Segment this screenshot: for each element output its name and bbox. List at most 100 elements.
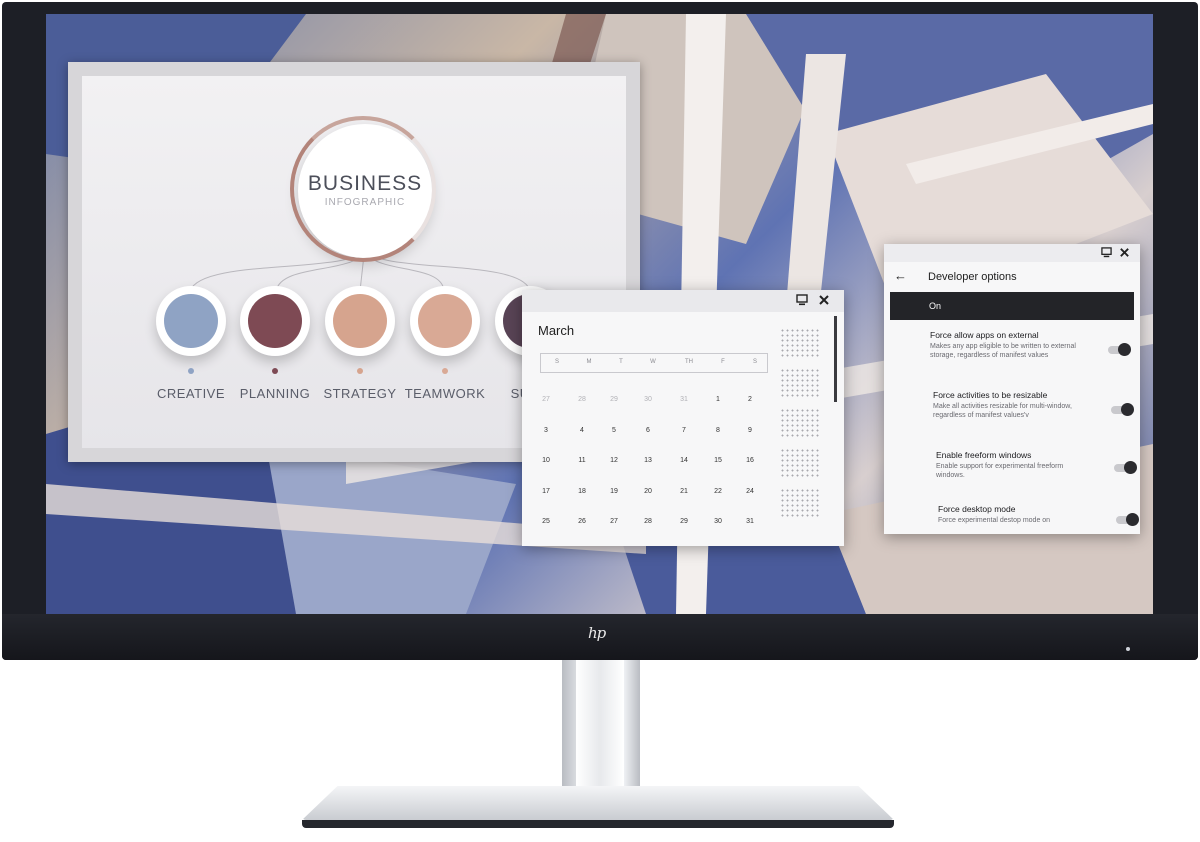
setting-title: Force activities to be resizable xyxy=(933,390,1048,400)
step-fill xyxy=(248,294,302,348)
calendar-window[interactable]: March S M T W TH F S 27 28 29 30 31 1 2 … xyxy=(522,290,844,546)
step-circle-creative xyxy=(156,286,226,356)
weekday-label: S xyxy=(554,359,559,365)
step-fill xyxy=(164,294,218,348)
calendar-day[interactable]: 16 xyxy=(736,457,764,464)
calendar-day[interactable]: 29 xyxy=(670,518,698,525)
setting-title: Force desktop mode xyxy=(938,504,1016,514)
calendar-day[interactable]: 9 xyxy=(736,427,764,434)
step-fill xyxy=(418,294,472,348)
calendar-day[interactable]: 5 xyxy=(600,427,628,434)
calendar-day[interactable]: 28 xyxy=(568,396,596,403)
master-switch-label: On xyxy=(929,301,942,311)
calendar-day[interactable]: 2 xyxy=(736,396,764,403)
calendar-day[interactable]: 26 xyxy=(568,518,596,525)
back-arrow-icon[interactable]: ← xyxy=(894,268,907,283)
setting-description: Enable support for experimental freeform… xyxy=(936,463,1064,479)
setting-toggle[interactable] xyxy=(1108,343,1131,356)
calendar-day[interactable]: 10 xyxy=(532,457,560,464)
calendar-day[interactable]: 20 xyxy=(634,488,662,495)
monitor-stand-base xyxy=(302,786,894,820)
setting-description: Make all activities resizable for multi-… xyxy=(933,403,1072,419)
monitor-chin: hp xyxy=(2,614,1198,660)
calendar-day[interactable]: 30 xyxy=(634,396,662,403)
step-circle-teamwork xyxy=(410,286,480,356)
setting-toggle[interactable] xyxy=(1114,461,1137,474)
infographic-title: BUSINESS xyxy=(307,172,423,195)
calendar-day[interactable]: 12 xyxy=(600,457,628,464)
calendar-day[interactable]: 18 xyxy=(568,488,596,495)
toggle-knob xyxy=(1121,403,1134,416)
step-dot xyxy=(272,368,278,374)
infographic-subtitle: INFOGRAPHIC xyxy=(324,197,406,208)
developer-master-switch[interactable]: On xyxy=(890,292,1134,320)
calendar-day[interactable]: 7 xyxy=(670,427,698,434)
step-fill xyxy=(333,294,387,348)
calendar-day[interactable]: 17 xyxy=(532,488,560,495)
calendar-day[interactable]: 15 xyxy=(704,457,732,464)
calendar-day[interactable]: 29 xyxy=(600,396,628,403)
setting-description: Force experimental destop mode on xyxy=(938,517,1051,524)
mini-month[interactable] xyxy=(780,448,820,478)
calendar-day[interactable]: 14 xyxy=(670,457,698,464)
weekday-label: T xyxy=(619,359,623,365)
calendar-day[interactable]: 19 xyxy=(600,488,628,495)
calendar-day[interactable]: 6 xyxy=(634,427,662,434)
setting-title: Enable freeform windows xyxy=(936,450,1032,460)
weekday-header: S M T W TH F S xyxy=(540,353,768,373)
setting-toggle[interactable] xyxy=(1111,403,1134,416)
step-circle-strategy xyxy=(325,286,395,356)
calendar-day[interactable]: 1 xyxy=(704,396,732,403)
mini-month[interactable] xyxy=(780,488,820,518)
hp-logo: hp xyxy=(588,624,606,642)
calendar-day[interactable]: 25 xyxy=(532,518,560,525)
calendar-day[interactable]: 8 xyxy=(704,427,732,434)
weekday-label: S xyxy=(752,359,757,365)
step-circle-planning xyxy=(240,286,310,356)
setting-description: Makes any app eligible to be written to … xyxy=(930,343,1076,359)
power-indicator xyxy=(1126,647,1130,651)
calendar-day[interactable]: 21 xyxy=(670,488,698,495)
mini-month[interactable] xyxy=(780,368,820,398)
toggle-knob xyxy=(1118,343,1131,356)
calendar-day[interactable]: 11 xyxy=(568,457,596,464)
screen: BUSINESS INFOGRAPHIC CREATIVE PLANNING S… xyxy=(46,14,1153,614)
developer-options-window[interactable]: ← Developer options On Force allow apps … xyxy=(884,244,1140,534)
step-dot xyxy=(442,368,448,374)
weekday-label: F xyxy=(721,359,725,365)
setting-title: Force allow apps on external xyxy=(930,330,1039,340)
weekday-label: TH xyxy=(685,359,693,365)
mini-month[interactable] xyxy=(780,328,820,358)
calendar-day[interactable]: 27 xyxy=(600,518,628,525)
calendar-day[interactable]: 31 xyxy=(736,518,764,525)
restore-icon[interactable] xyxy=(1100,247,1112,259)
calendar-day[interactable]: 22 xyxy=(704,488,732,495)
stand-cutout xyxy=(576,660,624,798)
calendar-day[interactable]: 30 xyxy=(704,518,732,525)
calendar-day[interactable]: 4 xyxy=(568,427,596,434)
setting-toggle[interactable] xyxy=(1116,513,1139,526)
calendar-day[interactable]: 28 xyxy=(634,518,662,525)
weekday-label: M xyxy=(586,359,592,365)
developer-titlebar[interactable] xyxy=(884,244,1140,262)
calendar-day[interactable]: 24 xyxy=(736,488,764,495)
step-dot xyxy=(188,368,194,374)
developer-title: Developer options xyxy=(928,271,1017,283)
calendar-titlebar[interactable] xyxy=(522,290,844,312)
calendar-scrollbar[interactable] xyxy=(834,316,837,402)
calendar-month-title: March xyxy=(538,323,575,338)
restore-icon[interactable] xyxy=(796,294,808,306)
calendar-day[interactable]: 3 xyxy=(532,427,560,434)
calendar-day[interactable]: 31 xyxy=(670,396,698,403)
monitor-stand-neck xyxy=(562,660,640,798)
stand-base-edge xyxy=(302,820,894,828)
mini-month[interactable] xyxy=(780,408,820,438)
close-icon[interactable] xyxy=(1118,247,1130,259)
business-hub: BUSINESS INFOGRAPHIC xyxy=(290,116,436,262)
toggle-knob xyxy=(1124,461,1137,474)
calendar-day[interactable]: 13 xyxy=(634,457,662,464)
monitor-bezel: BUSINESS INFOGRAPHIC CREATIVE PLANNING S… xyxy=(2,2,1198,660)
weekday-label: W xyxy=(650,359,656,365)
calendar-day[interactable]: 27 xyxy=(532,396,560,403)
close-icon[interactable] xyxy=(818,294,830,306)
